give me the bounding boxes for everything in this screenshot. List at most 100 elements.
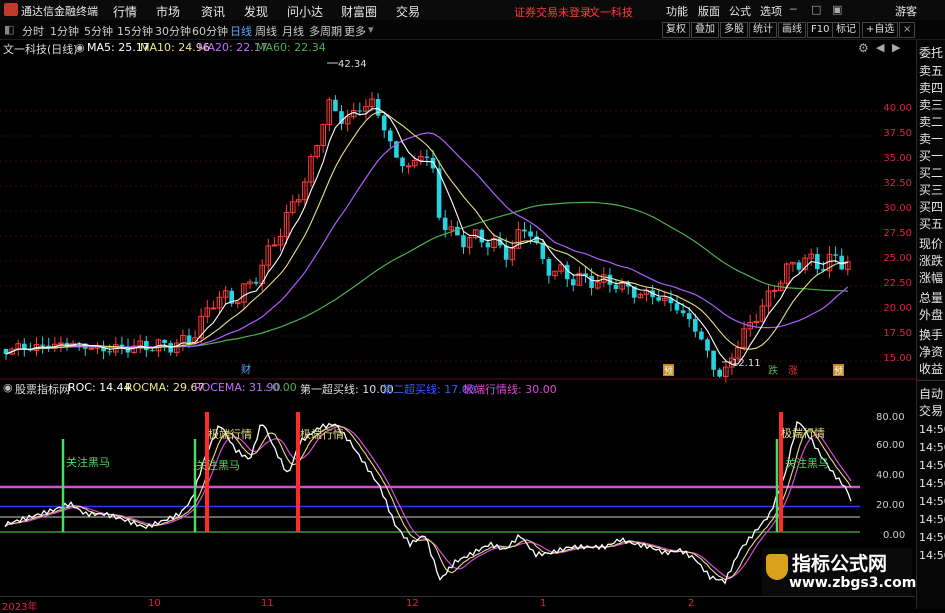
date-tick: 11 [261,598,274,609]
tool-mark[interactable]: 标记 [832,22,860,38]
period-60min[interactable]: 60分钟 [192,23,228,39]
period-daily[interactable]: 日线 [230,23,252,39]
menu-layout[interactable]: 版面 [698,3,720,19]
login-warning[interactable]: 证券交易未登录 [514,4,591,20]
candle-body [461,235,466,248]
period-weekly[interactable]: 周线 [255,23,277,39]
panel-auto[interactable]: 自动 [919,385,943,402]
panel-trade[interactable]: 交易 [919,402,943,419]
period-15min[interactable]: 15分钟 [117,23,153,39]
indicator-tick: 60.00 [876,440,905,451]
candle-body [357,110,363,112]
menu-options[interactable]: 选项 [760,3,782,19]
panel-bid2: 买二 [919,166,944,180]
period-toolbar: ◧ 分时 1分钟 5分钟 15分钟 30分钟 60分钟 日线 周线 月线 多周期… [0,20,945,40]
candle-body [589,275,594,289]
panel-bid5: 买五 [919,217,944,231]
menu-trade[interactable]: 交易 [396,3,420,20]
candle-body [607,274,613,285]
candle-body [333,99,338,112]
period-more[interactable]: 更多 [344,23,366,39]
event-marker-forecast[interactable]: 预 [664,366,673,377]
period-1min[interactable]: 1分钟 [50,23,79,39]
watermark-shield-icon [766,554,788,580]
date-tick: 12 [406,598,419,609]
indicator-tick: 0.00 [883,530,906,541]
tool-f10[interactable]: F10 [807,22,834,38]
candle-body [479,229,485,243]
candle-body [485,242,491,248]
indicator-settings-icon[interactable]: ◉ [3,381,13,394]
candle-body [40,344,45,346]
tool-draw[interactable]: 画线 [778,22,806,38]
close-icon[interactable]: × [899,22,916,38]
app-title: 通达信金融终端 [21,5,98,18]
panel-volume: 总量 [919,291,944,305]
candle-body [815,254,820,270]
tool-stats[interactable]: 统计 [749,22,777,38]
indicator-header: ◉ 股票指标网 ROC: 14.44 ROCMA: 29.67 ROCEMA: … [0,380,915,397]
period-30min[interactable]: 30分钟 [155,23,191,39]
candle-body [711,350,716,370]
watermark-title: 指标公式网 [792,553,888,575]
menu-discover[interactable]: 发现 [244,3,268,20]
roc-value: ROC: 14.44 [68,381,131,394]
candle-body [503,245,509,260]
menu-wealth[interactable]: 财富圈 [341,3,377,20]
chevron-down-icon[interactable]: ▾ [368,23,374,36]
candle-body [162,339,167,344]
tool-overlay[interactable]: 叠加 [691,22,719,38]
event-marker-up[interactable]: 涨 [788,365,798,377]
tool-multi-stock[interactable]: 多股 [720,22,748,38]
chart-canvas[interactable]: 42.34 12.11 财 预 跌 涨 预 关注黑马 关注黑马 关注黑马 极端行情 极端… [0,40,916,596]
guest-label[interactable]: 游客 [895,3,917,19]
panel-commission[interactable]: 委托 [919,44,943,61]
panel-tick-time: 14:50 [919,459,945,472]
resize-icon[interactable]: ▣ [832,3,842,16]
menu-function[interactable]: 功能 [666,3,688,19]
panel-tick-time: 14:50 [919,441,945,454]
low-price-label: 12.11 [732,358,761,369]
rocma-line [4,424,852,581]
candle-body [424,156,430,158]
ma20-line [5,132,849,355]
candle-body [717,369,722,377]
candle-body [686,313,692,320]
indicator-name[interactable]: 股票指标网 [15,381,70,397]
menu-quotes[interactable]: 行情 [113,3,137,20]
second-buy-line-value: 第二超买线: 17.00 [382,383,476,396]
tool-adjust[interactable]: 复权 [662,22,690,38]
period-multi[interactable]: 多周期 [309,23,342,39]
period-intraday[interactable]: 分时 [22,23,44,39]
candle-body [613,284,619,290]
tool-add-favorite[interactable]: +自选 [862,22,899,38]
menu-news[interactable]: 资讯 [201,3,225,20]
indicator-pane: 关注黑马 关注黑马 关注黑马 极端行情 极端行情 极端行情 [0,412,860,585]
candle-body [833,254,838,256]
period-5min[interactable]: 5分钟 [84,23,113,39]
event-marker-finance[interactable]: 财 [241,363,251,376]
date-tick: 2023年 [2,602,38,613]
roc-line [4,420,852,585]
menu-bar: 通达信金融终端 行情 市场 资讯 发现 问小达 财富圈 交易 证券交易未登录 文… [0,0,945,21]
candle-body [680,310,686,314]
indicator-tick: 20.00 [876,500,905,511]
candle-body [388,130,393,142]
menu-ask[interactable]: 问小达 [287,3,323,20]
menu-market[interactable]: 市场 [156,3,180,20]
date-tick: 10 [148,598,161,609]
restore-icon[interactable]: □ [811,3,821,16]
candle-body [107,351,112,353]
minimize-icon[interactable]: ─ [790,3,797,16]
period-monthly[interactable]: 月线 [282,23,304,39]
panel-bid3: 买三 [919,183,944,197]
watermark: 指标公式网 www.zbgs3.com [762,548,916,596]
candle-body [381,115,387,131]
attention-label: 关注黑马 [196,458,240,472]
panel-outer-volume: 外盘 [919,308,944,322]
toolbar-left-icon[interactable]: ◧ [4,23,14,36]
event-marker-forecast-2[interactable]: 预 [834,366,843,377]
event-marker-down[interactable]: 跌 [768,364,778,377]
menu-formula[interactable]: 公式 [729,3,751,19]
candle-body [546,259,552,276]
